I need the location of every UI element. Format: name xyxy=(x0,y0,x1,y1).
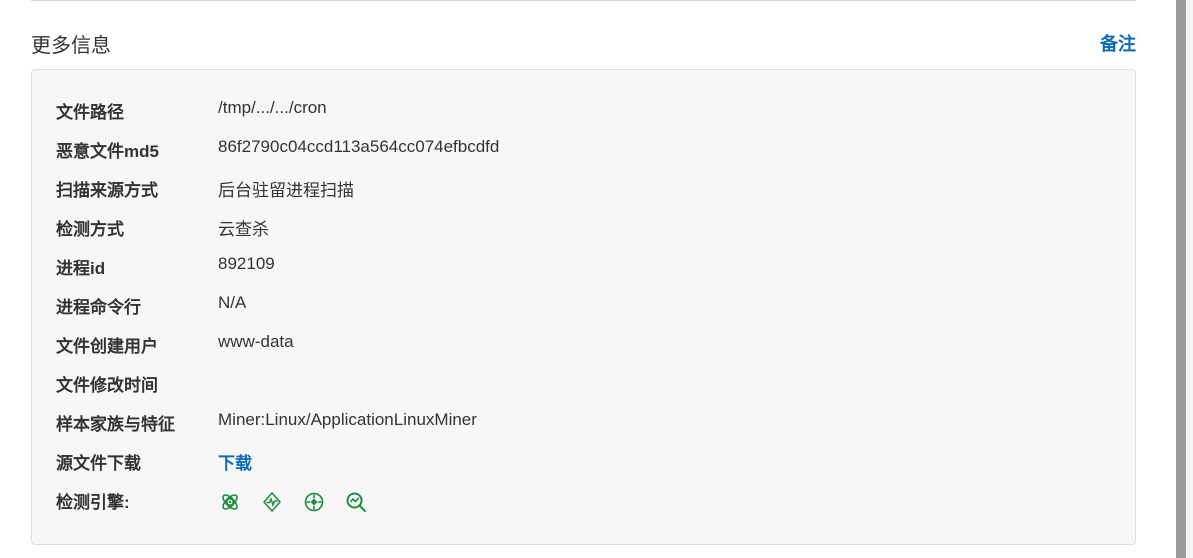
row-scan-source: 扫描来源方式 后台驻留进程扫描 xyxy=(32,172,1135,200)
section-header: 更多信息 备注 xyxy=(31,22,1136,62)
search-analysis-engine-icon[interactable] xyxy=(344,490,368,514)
info-label: 进程id xyxy=(56,259,106,278)
info-value: 后台驻留进程扫描 xyxy=(218,181,354,200)
info-label: 检测方式 xyxy=(56,220,124,239)
info-label: 扫描来源方式 xyxy=(56,181,158,200)
info-label: 恶意文件md5 xyxy=(56,142,159,161)
info-value: /tmp/.../.../cron xyxy=(218,98,327,117)
info-value: www-data xyxy=(218,332,294,351)
info-value: 892109 xyxy=(218,254,275,273)
info-label: 样本家族与特征 xyxy=(56,415,175,434)
row-md5: 恶意文件md5 86f2790c04ccd113a564cc074efbcdfd xyxy=(32,133,1135,161)
row-sample-family: 样本家族与特征 Miner:Linux/ApplicationLinuxMine… xyxy=(32,406,1135,434)
remark-link[interactable]: 备注 xyxy=(1100,30,1136,56)
row-process-id: 进程id 892109 xyxy=(32,250,1135,278)
info-value: 86f2790c04ccd113a564cc074efbcdfd xyxy=(218,137,500,156)
row-detection-engines: 检测引擎: xyxy=(32,484,1135,520)
info-label: 文件修改时间 xyxy=(56,376,158,395)
download-link[interactable]: 下载 xyxy=(218,449,252,474)
section-title: 更多信息 xyxy=(31,35,111,57)
info-value: Miner:Linux/ApplicationLinuxMiner xyxy=(218,410,477,429)
engine-icon-list xyxy=(218,490,368,514)
row-process-cmdline: 进程命令行 N/A xyxy=(32,289,1135,317)
row-file-modified-time: 文件修改时间 xyxy=(32,367,1135,395)
info-label: 源文件下载 xyxy=(56,454,141,473)
top-divider xyxy=(31,0,1136,1)
pulse-engine-icon[interactable] xyxy=(260,490,284,514)
scrollbar-thumb[interactable] xyxy=(1176,0,1186,558)
row-file-path: 文件路径 /tmp/.../.../cron xyxy=(32,94,1135,122)
row-file-creator: 文件创建用户 www-data xyxy=(32,328,1135,356)
info-value: 云查杀 xyxy=(218,220,269,239)
row-detect-method: 检测方式 云查杀 xyxy=(32,211,1135,239)
atom-engine-icon[interactable] xyxy=(218,490,242,514)
info-label: 文件路径 xyxy=(56,103,124,122)
info-label: 检测引擎: xyxy=(56,493,130,512)
info-value: N/A xyxy=(218,293,247,312)
row-source-download: 源文件下载 下载 xyxy=(32,445,1135,473)
info-label: 文件创建用户 xyxy=(56,337,158,356)
info-label: 进程命令行 xyxy=(56,298,141,317)
target-engine-icon[interactable] xyxy=(302,490,326,514)
info-card: 文件路径 /tmp/.../.../cron 恶意文件md5 86f2790c0… xyxy=(31,69,1136,545)
